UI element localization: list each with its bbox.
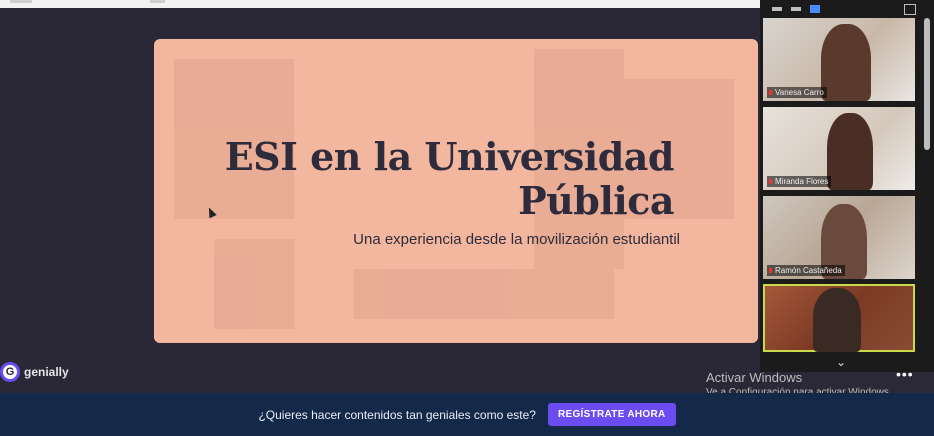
expand-icon[interactable] xyxy=(904,4,916,15)
participant-name: Vanesa Carro xyxy=(767,87,827,98)
slide-subtitle: Una experiencia desde la movilización es… xyxy=(353,231,680,248)
participant-video xyxy=(827,113,873,190)
top-bar-segment xyxy=(10,0,32,3)
participant-name: Miranda Flores xyxy=(767,176,832,187)
participant-name: Ramón Castañeda xyxy=(767,265,845,276)
minimize-icon[interactable] xyxy=(772,7,782,11)
participant-tile-active-speaker[interactable] xyxy=(763,284,915,352)
more-icon[interactable]: ••• xyxy=(896,366,914,382)
participants-scrollbar[interactable] xyxy=(924,18,930,150)
gallery-view-icon[interactable] xyxy=(810,5,820,13)
slide-title-line: ESI en la Universidad xyxy=(224,134,675,179)
chevron-down-icon[interactable]: ⌄ xyxy=(836,355,846,369)
brand-name: genially xyxy=(24,365,69,379)
view-controls xyxy=(772,3,820,15)
participant-video xyxy=(821,24,871,101)
genially-brand[interactable]: G genially xyxy=(0,362,69,382)
single-view-icon[interactable] xyxy=(791,7,801,11)
participant-video xyxy=(813,288,861,352)
participant-tile[interactable]: Ramón Castañeda xyxy=(763,196,915,279)
top-bar-segment xyxy=(150,0,165,3)
slide-title-line: Pública xyxy=(518,178,674,223)
watermark-title: Activar Windows xyxy=(706,370,803,385)
slide-title: ESI en la Universidad Pública xyxy=(224,134,675,223)
promo-question: ¿Quieres hacer contenidos tan geniales c… xyxy=(258,407,536,422)
presentation-slide[interactable]: ESI en la Universidad Pública Una experi… xyxy=(154,39,758,343)
genially-logo-icon: G xyxy=(0,362,20,382)
promo-banner: ¿Quieres hacer contenidos tan geniales c… xyxy=(0,393,934,436)
register-now-button[interactable]: REGÍSTRATE AHORA xyxy=(547,403,676,426)
participant-tile[interactable]: Vanesa Carro xyxy=(763,18,915,101)
participant-tile[interactable]: Miranda Flores xyxy=(763,107,915,190)
video-participants-panel: Vanesa Carro Miranda Flores Ramón Castañ… xyxy=(760,0,934,372)
